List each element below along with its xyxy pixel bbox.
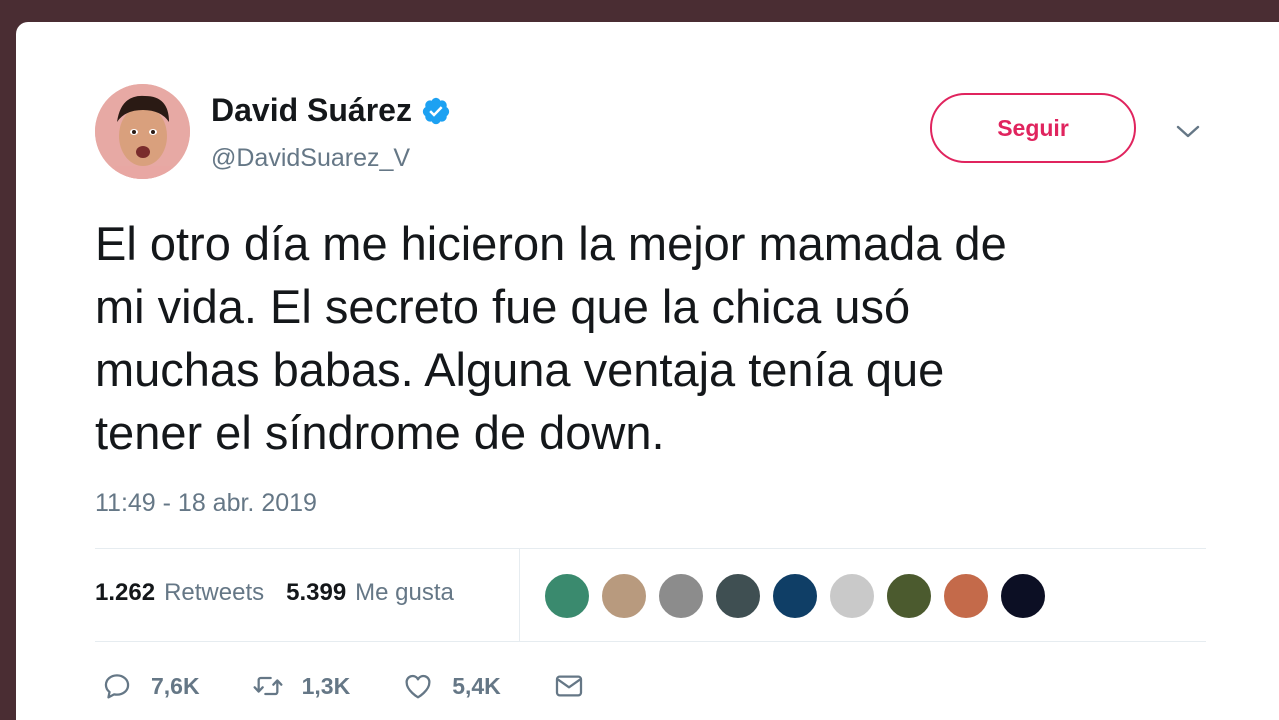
retweets-count[interactable]: 1.262 [95, 579, 155, 607]
tweet-card: David Suárez @DavidSuarez_V Seguir El ot… [16, 22, 1279, 720]
liker-avatar-2[interactable] [600, 572, 648, 620]
tweet-line: muchas babas. Alguna ventaja tenía que [95, 343, 945, 396]
avatar[interactable] [95, 84, 190, 179]
divider [95, 641, 1206, 642]
tweet-timestamp[interactable]: 11:49 - 18 abr. 2019 [95, 489, 317, 518]
liker-avatar-6[interactable] [828, 572, 876, 620]
liker-avatars [543, 572, 1056, 620]
tweet-line: tener el síndrome de down. [95, 406, 665, 459]
follow-button[interactable]: Seguir [930, 93, 1136, 163]
liker-avatar-7[interactable] [885, 572, 933, 620]
reply-button[interactable]: 7,6K [101, 670, 200, 702]
reply-count: 7,6K [151, 672, 200, 699]
likes-label[interactable]: Me gusta [355, 579, 454, 607]
tweet-line: El otro día me hicieron la mejor mamada … [95, 217, 1007, 270]
liker-avatar-4[interactable] [714, 572, 762, 620]
retweet-icon [253, 676, 283, 696]
reply-icon [104, 674, 130, 699]
verified-badge-icon [422, 97, 450, 124]
liker-avatar-3[interactable] [657, 572, 705, 620]
retweet-button[interactable]: 1,3K [252, 670, 351, 702]
liker-avatar-8[interactable] [942, 572, 990, 620]
likes-count[interactable]: 5.399 [286, 579, 346, 607]
liker-avatar-1[interactable] [543, 572, 591, 620]
tweet-text: El otro día me hicieron la mejor mamada … [95, 212, 1215, 464]
retweets-label[interactable]: Retweets [164, 579, 264, 607]
retweet-count: 1,3K [301, 672, 351, 699]
envelope-icon [555, 675, 582, 697]
chevron-down-icon[interactable] [1174, 122, 1202, 142]
tweet-actions: 7,6K 1,3K 5,4K [101, 670, 637, 702]
divider [95, 548, 1206, 549]
liker-avatar-9[interactable] [999, 572, 1047, 620]
like-button[interactable]: 5,4K [402, 670, 501, 702]
like-count: 5,4K [452, 672, 501, 699]
vertical-divider [519, 548, 520, 642]
engagement-stats: 1.262 Retweets 5.399 Me gusta [95, 579, 476, 607]
tweet-line: mi vida. El secreto fue que la chica usó [95, 280, 911, 333]
direct-message-button[interactable] [553, 670, 585, 702]
liker-avatar-5[interactable] [771, 572, 819, 620]
user-handle[interactable]: @DavidSuarez_V [211, 144, 410, 173]
display-name[interactable]: David Suárez [211, 92, 412, 129]
heart-icon [405, 674, 431, 699]
